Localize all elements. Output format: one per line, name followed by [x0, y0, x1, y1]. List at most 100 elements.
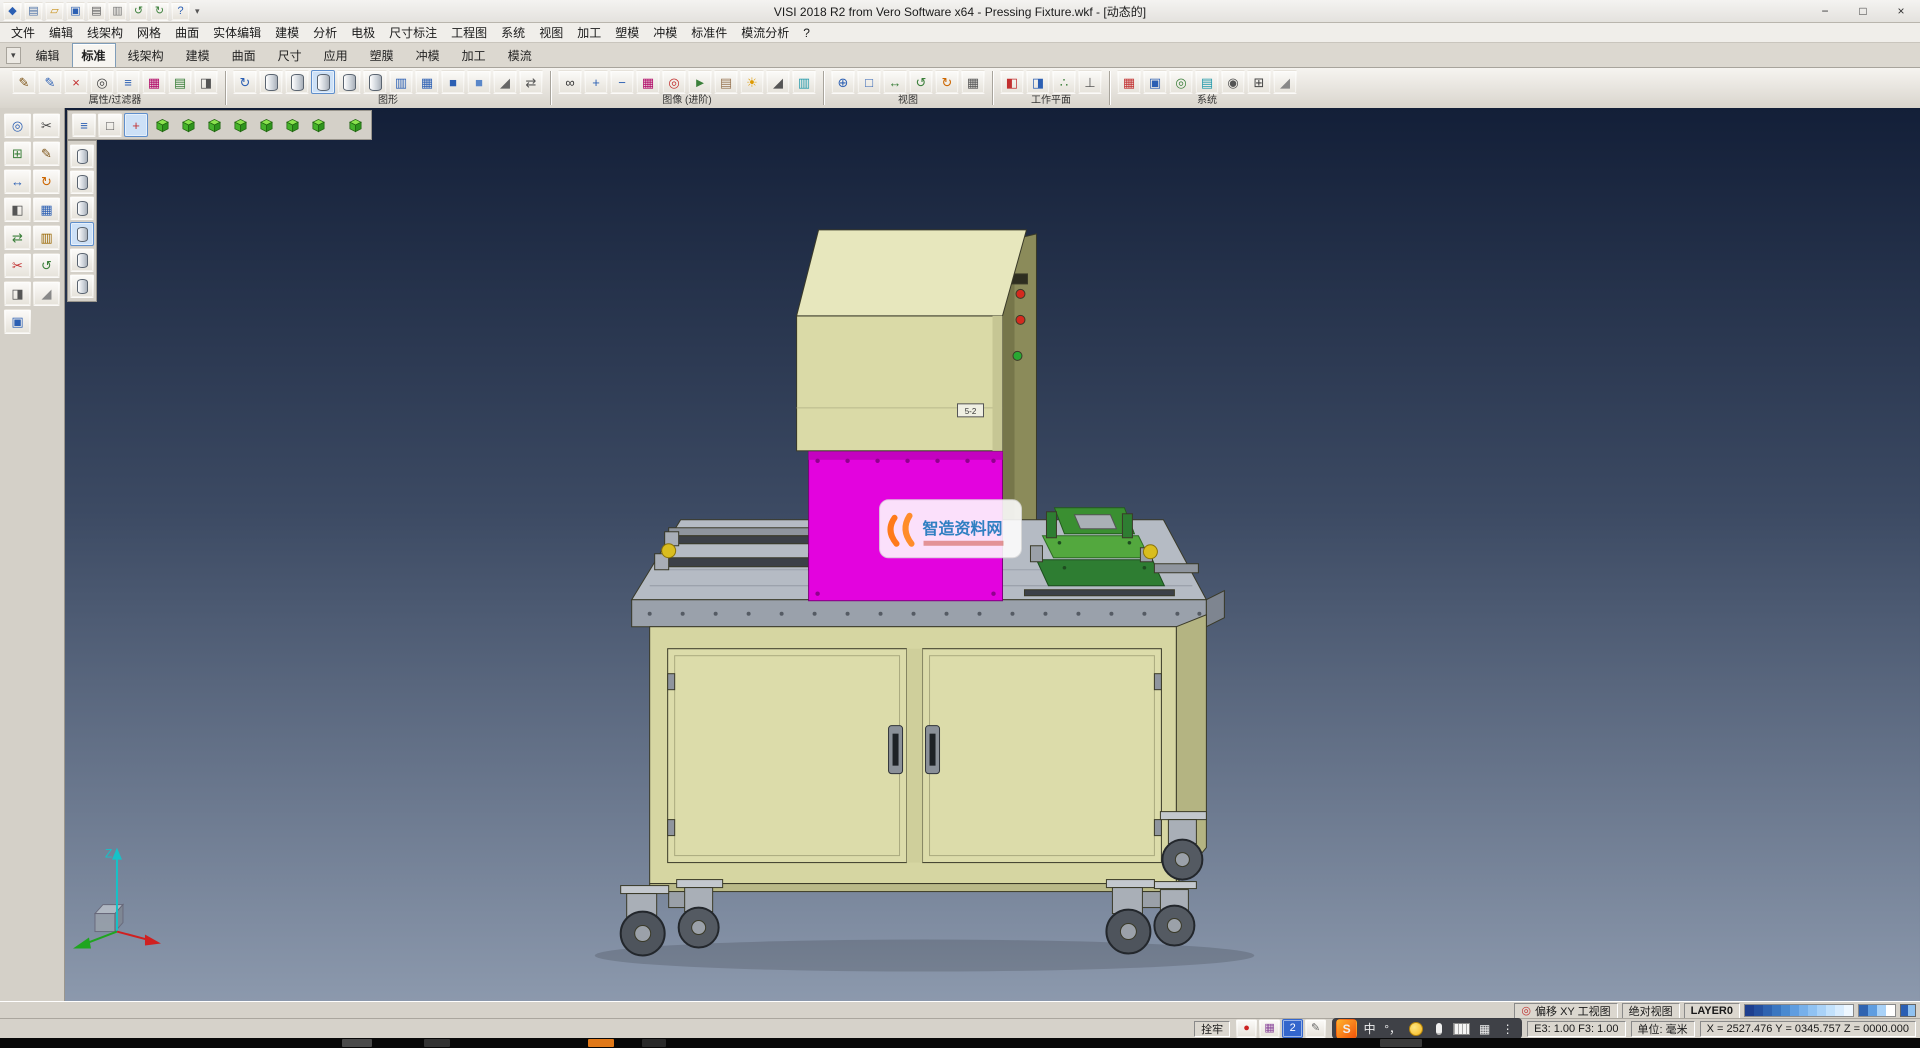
tab-dropdown-icon[interactable]: ▾	[6, 47, 21, 64]
previous-view-icon[interactable]: ↺	[909, 70, 933, 94]
match-attributes-icon[interactable]: ✎	[38, 70, 62, 94]
dynamic-hide-icon[interactable]: ◢	[493, 70, 517, 94]
view-list-icon[interactable]: ▦	[961, 70, 985, 94]
zoom-in-icon[interactable]: +	[584, 70, 608, 94]
tab-6[interactable]: 尺寸	[268, 43, 312, 67]
pan-icon[interactable]: ↔	[883, 70, 907, 94]
taskbar-app-1[interactable]	[342, 1039, 372, 1047]
filter-wireframe-icon[interactable]	[70, 196, 94, 220]
menu-item-18[interactable]: 模流分析	[734, 23, 796, 42]
os-taskbar[interactable]	[0, 1038, 1920, 1048]
view-mode-cell[interactable]: ◎ 偏移 XY 工视图	[1514, 1003, 1617, 1019]
menu-item-7[interactable]: 建模	[268, 23, 306, 42]
tab-7[interactable]: 应用	[314, 43, 358, 67]
menu-item-16[interactable]: 冲模	[646, 23, 684, 42]
tab-3[interactable]: 线架构	[118, 43, 174, 67]
alert-icon[interactable]: ●	[1236, 1019, 1257, 1038]
rotate-view-icon[interactable]: ↻	[935, 70, 959, 94]
menu-item-19[interactable]: ?	[796, 25, 817, 41]
edit-attributes-icon[interactable]: ✎	[12, 70, 36, 94]
keyboard-icon[interactable]	[1451, 1019, 1472, 1039]
layer-stack-icon[interactable]: ≡	[72, 113, 96, 137]
front-view-cube-icon[interactable]	[202, 113, 226, 137]
tab-5[interactable]: 曲面	[222, 43, 266, 67]
hatch-icon[interactable]: ▥	[33, 225, 60, 250]
minimize-button[interactable]: −	[1806, 0, 1844, 22]
hidden-line-cylinder-icon[interactable]	[285, 70, 309, 94]
edit-geometry-icon[interactable]: ✎	[33, 141, 60, 166]
top-view-cube-icon[interactable]	[176, 113, 200, 137]
3d-viewport[interactable]: ≡□+	[65, 108, 1920, 1002]
iso-view-cube-icon[interactable]	[150, 113, 174, 137]
bounding-box-icon[interactable]: ▦	[415, 70, 439, 94]
menu-item-5[interactable]: 曲面	[168, 23, 206, 42]
pen-tool-icon[interactable]: ✎	[1305, 1019, 1326, 1038]
maximize-button[interactable]: □	[1844, 0, 1882, 22]
menu-item-15[interactable]: 塑模	[608, 23, 646, 42]
print-preview-icon[interactable]: ▥	[108, 2, 127, 21]
globe-icon[interactable]: ◎	[1169, 70, 1193, 94]
filter-types-icon[interactable]: ▤	[168, 70, 192, 94]
taskbar-app-4[interactable]	[642, 1039, 666, 1047]
texture-icon[interactable]: ▤	[714, 70, 738, 94]
calculator-icon[interactable]: ⊞	[1247, 70, 1271, 94]
filter-points-icon[interactable]	[70, 170, 94, 194]
rotate-icon[interactable]: ↻	[33, 169, 60, 194]
mirror-icon[interactable]: ◧	[4, 197, 31, 222]
menu-item-11[interactable]: 工程图	[444, 23, 494, 42]
menu-item-17[interactable]: 标准件	[684, 23, 734, 42]
new-file-icon[interactable]: ▤	[24, 2, 43, 21]
taskbar-app-3[interactable]	[588, 1039, 614, 1047]
workplane-normal-icon[interactable]: ⊥	[1078, 70, 1102, 94]
taskbar-tray[interactable]	[1380, 1039, 1422, 1047]
help-icon[interactable]: ?	[171, 2, 190, 21]
shaded-cylinder-icon[interactable]	[311, 70, 335, 94]
rendered-cylinder-icon[interactable]	[337, 70, 361, 94]
filter-all-icon[interactable]	[70, 144, 94, 168]
monitor-icon[interactable]: ▣	[1143, 70, 1167, 94]
chinese-mode-icon[interactable]: 中	[1359, 1019, 1380, 1039]
chamfer-icon[interactable]: ◢	[33, 281, 60, 306]
capture-icon[interactable]: ◎	[662, 70, 686, 94]
menu-item-1[interactable]: 文件	[4, 23, 42, 42]
tab-10[interactable]: 加工	[452, 43, 496, 67]
menu-item-14[interactable]: 加工	[570, 23, 608, 42]
tab-11[interactable]: 模流	[498, 43, 542, 67]
filter-surfaces-icon[interactable]	[70, 248, 94, 272]
grid-snap-icon[interactable]: ⊞	[4, 141, 31, 166]
attributes-off-icon[interactable]: ×	[64, 70, 88, 94]
solid-icon[interactable]: ▣	[4, 309, 31, 334]
cut-icon[interactable]: ✂	[33, 113, 60, 138]
open-file-icon[interactable]: ▱	[45, 2, 64, 21]
tab-1[interactable]: 编辑	[26, 43, 70, 67]
filter-solids-icon[interactable]	[70, 222, 94, 246]
filter-layers-icon[interactable]: ≡	[116, 70, 140, 94]
left-view-cube-icon[interactable]	[254, 113, 278, 137]
print-icon[interactable]: ▤	[87, 2, 106, 21]
undo-icon[interactable]: ↺	[129, 2, 148, 21]
menu-item-10[interactable]: 尺寸标注	[382, 23, 444, 42]
right-view-cube-icon[interactable]	[228, 113, 252, 137]
filter-selection-icon[interactable]: ◎	[90, 70, 114, 94]
tab-2[interactable]: 标准	[72, 43, 116, 67]
swap-icon[interactable]: ⇄	[4, 225, 31, 250]
active-layer-cell[interactable]: LAYER0	[1684, 1003, 1740, 1019]
menu-item-13[interactable]: 视图	[532, 23, 570, 42]
save-icon[interactable]: ▣	[66, 2, 85, 21]
emoji-icon[interactable]	[1405, 1019, 1426, 1039]
solid-shade-icon[interactable]: ■	[441, 70, 465, 94]
taskbar-app-2[interactable]	[424, 1039, 450, 1047]
slope-icon[interactable]: ◢	[1273, 70, 1297, 94]
menu-item-8[interactable]: 分析	[306, 23, 344, 42]
photo-render-icon[interactable]: ▦	[636, 70, 660, 94]
zoom-window-icon[interactable]: □	[857, 70, 881, 94]
origin-axes-icon[interactable]: +	[124, 113, 148, 137]
refresh-all-icon[interactable]: ⇄	[519, 70, 543, 94]
menu-item-9[interactable]: 电极	[344, 23, 382, 42]
array-icon[interactable]: ▦	[33, 197, 60, 222]
filter-settings-icon[interactable]: ◨	[194, 70, 218, 94]
workplane-3pt-icon[interactable]: ∴	[1052, 70, 1076, 94]
lights-icon[interactable]: ☀	[740, 70, 764, 94]
mic-icon[interactable]	[1428, 1019, 1449, 1039]
zoom-out-icon[interactable]: −	[610, 70, 634, 94]
